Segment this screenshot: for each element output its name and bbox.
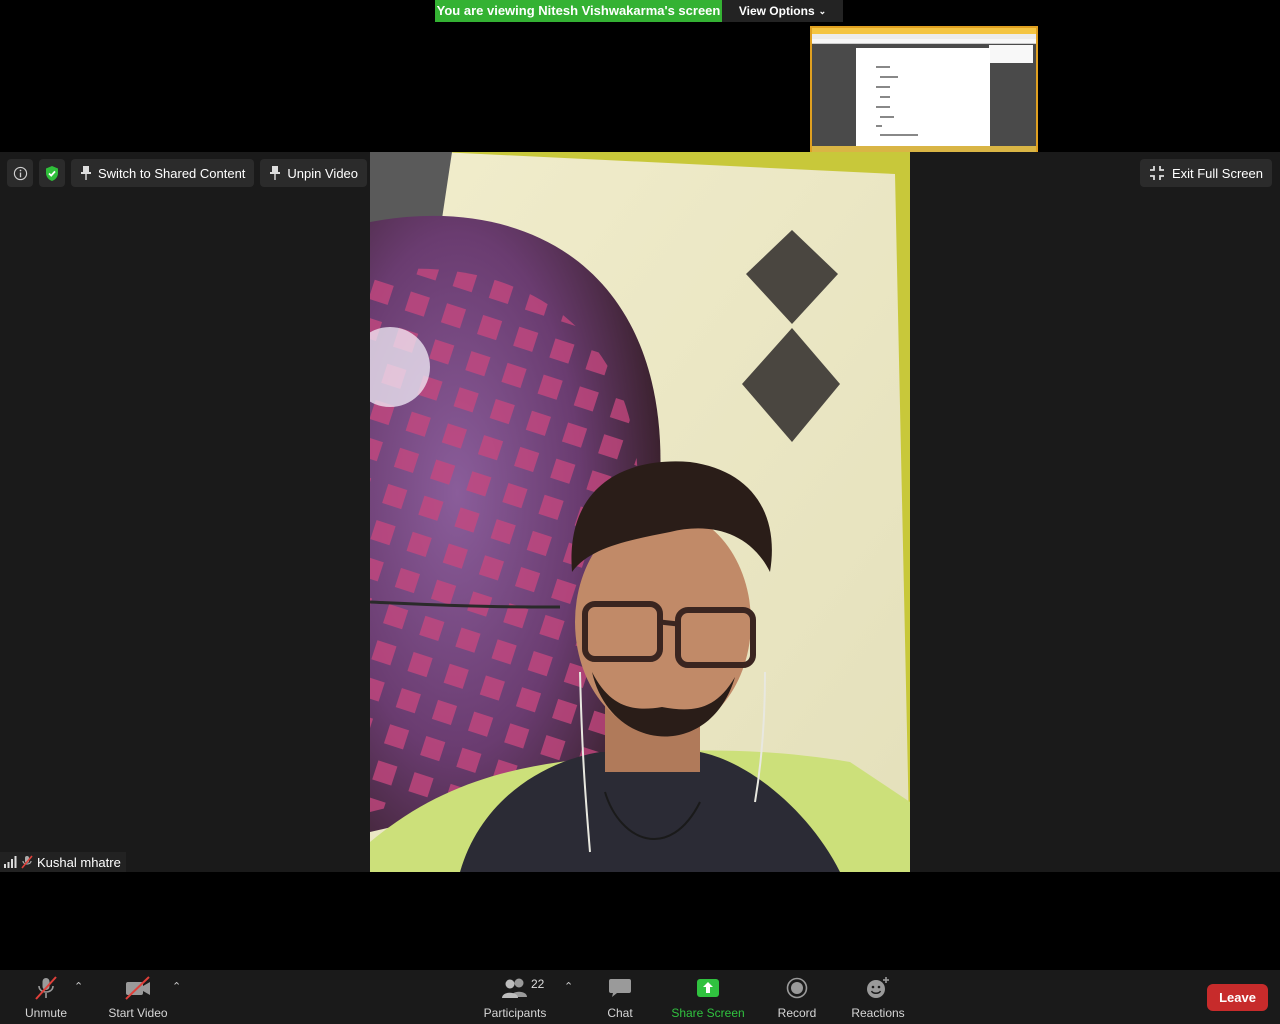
zoom-meeting-window: You are viewing Nitesh Vishwakarma's scr… [0,0,1280,1024]
record-icon [786,977,808,999]
pin-icon [81,166,91,180]
video-options-caret[interactable]: ⌃ [172,980,181,993]
chevron-down-icon: ⌄ [818,6,827,16]
info-icon [13,166,27,180]
share-screen-label: Share Screen [671,1006,745,1020]
chat-icon [609,979,631,997]
record-button[interactable]: Record [776,970,818,1024]
participant-name: Kushal mhatre [37,854,121,870]
participant-video[interactable] [370,152,910,872]
start-video-button[interactable]: Start Video [106,970,170,1024]
add-reaction-icon [867,977,889,998]
shared-screen-thumbnail[interactable] [810,26,1038,154]
participants-count: 22 [531,977,545,991]
participant-name-tag: Kushal mhatre [0,852,126,872]
thumbnail-side-panel [989,45,1033,63]
thumbnail-document [856,48,990,146]
meeting-info-button[interactable] [7,159,33,187]
switch-to-shared-content-label: Switch to Shared Content [98,165,246,181]
unpin-video-label: Unpin Video [287,165,359,181]
share-screen-button[interactable]: Share Screen [671,970,745,1024]
exit-full-screen-button[interactable]: Exit Full Screen [1139,159,1272,187]
unmute-label: Unmute [24,1006,68,1020]
switch-to-shared-content-button[interactable]: Switch to Shared Content [71,159,255,187]
leave-meeting-button[interactable]: Leave [1207,984,1268,1011]
muted-microphone-icon [35,976,57,1000]
viewing-screen-status: You are viewing Nitesh Vishwakarma's scr… [435,0,722,22]
participants-label: Participants [483,1006,547,1020]
chat-label: Chat [607,1006,633,1020]
thumbnail-bookmarks-bar [812,39,1036,44]
participants-button[interactable]: 22 Participants [482,970,548,1024]
view-options-label: View Options [738,4,815,18]
encryption-button[interactable] [39,159,65,187]
meeting-control-bar: Unmute ⌃ Start Video ⌃ 22 Participants ⌃… [0,970,1280,1024]
pin-icon [270,166,281,180]
video-frame [370,152,910,872]
share-screen-icon [697,979,719,997]
shield-check-icon [46,165,58,181]
exit-full-screen-label: Exit Full Screen [1171,165,1263,181]
view-options-button[interactable]: View Options ⌄ [722,0,843,22]
participants-icon [502,978,527,998]
video-toolbar: Switch to Shared Content Unpin Video [7,159,368,187]
record-label: Record [777,1006,817,1020]
unmute-button[interactable]: Unmute [22,970,70,1024]
audio-options-caret[interactable]: ⌃ [74,980,83,993]
video-off-icon [125,976,150,1000]
exit-fullscreen-icon [1149,166,1164,180]
muted-mic-icon [21,855,33,869]
unpin-video-button[interactable]: Unpin Video [260,159,368,187]
signal-strength-icon [4,856,17,868]
reactions-label: Reactions [851,1006,905,1020]
start-video-label: Start Video [108,1006,168,1020]
reactions-button[interactable]: Reactions [850,970,906,1024]
participants-options-caret[interactable]: ⌃ [564,980,573,993]
chat-button[interactable]: Chat [604,970,636,1024]
screen-share-banner: You are viewing Nitesh Vishwakarma's scr… [435,0,843,22]
